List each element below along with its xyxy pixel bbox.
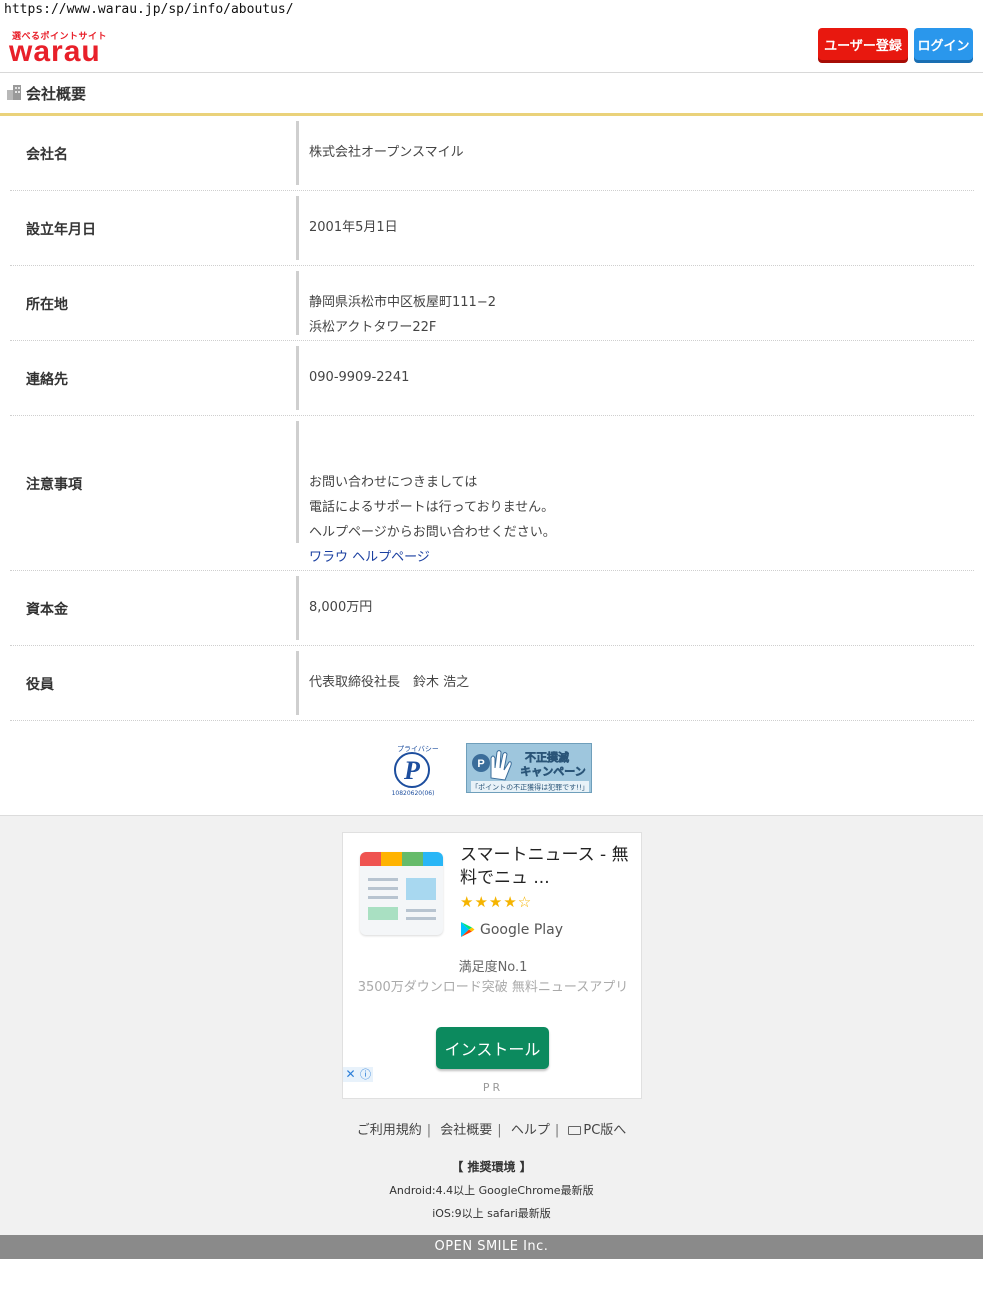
value-line: 8,000万円: [309, 600, 373, 615]
info-value: 株式会社オープンスマイル: [309, 140, 464, 165]
value-line: お問い合わせにつきましては: [309, 475, 478, 490]
separator: |: [554, 1123, 560, 1138]
footer-link-pc[interactable]: PC版へ: [568, 1123, 626, 1138]
ad-card[interactable]: スマートニュース - 無料でニュ ... ★★★★☆ Google Play 満…: [342, 832, 642, 1099]
site-header: 選べるポイントサイト warau ユーザー登録 ログイン: [0, 20, 983, 73]
info-row-notes: 注意事項 お問い合わせにつきましては 電話によるサポートは行っておりません。 ヘ…: [10, 416, 974, 571]
row-divider: [296, 421, 299, 543]
svg-text:P: P: [403, 756, 421, 785]
value-line: 090-9909-2241: [309, 370, 410, 385]
google-play-icon: [461, 922, 475, 937]
footer-link-help[interactable]: ヘルプ: [511, 1123, 550, 1138]
info-label: 所在地: [26, 297, 68, 313]
svg-text:不正撲滅: 不正撲滅: [525, 750, 569, 764]
install-button[interactable]: インストール: [436, 1027, 549, 1069]
info-row-capital: 資本金 8,000万円: [10, 571, 974, 646]
footer-link-terms[interactable]: ご利用規約: [357, 1123, 422, 1138]
footer-link-about[interactable]: 会社概要: [440, 1123, 492, 1138]
info-row-contact: 連絡先 090-9909-2241: [10, 341, 974, 416]
logo-wordmark: warau: [9, 35, 101, 68]
value-line: 代表取締役社長 鈴木 浩之: [309, 675, 470, 690]
row-divider: [296, 196, 299, 260]
value-line: ヘルプページからお問い合わせください。: [309, 525, 556, 540]
info-value: 静岡県浜松市中区板屋町111−2 浜松アクトタワー22F: [309, 290, 496, 340]
ad-subtitle: 満足度No.1: [458, 960, 528, 975]
anti-fraud-campaign-banner[interactable]: P 不正撲滅 キャンペーン 「ポイントの不正獲得は犯罪です!!」: [466, 743, 592, 793]
info-row-founded: 設立年月日 2001年5月1日: [10, 191, 974, 266]
info-value: お問い合わせにつきましては 電話によるサポートは行っておりません。 ヘルプページ…: [309, 470, 556, 570]
svg-text:キャンペーン: キャンペーン: [520, 765, 585, 778]
info-label: 注意事項: [26, 477, 82, 493]
info-label: 連絡先: [26, 372, 68, 388]
user-register-button[interactable]: ユーザー登録: [818, 28, 908, 60]
ad-description: 3500万ダウンロード突破 無料ニュースアプリ: [357, 980, 629, 995]
help-page-link[interactable]: ワラウ ヘルプページ: [309, 550, 430, 565]
url-bar[interactable]: https://www.warau.jp/sp/info/aboutus/: [4, 2, 294, 17]
close-icon[interactable]: ✕: [343, 1067, 358, 1082]
value-line: 電話によるサポートは行っておりません。: [309, 500, 555, 515]
copyright-bar: OPEN SMILE Inc.: [0, 1235, 983, 1259]
footer-nav: ご利用規約 | 会社概要 | ヘルプ | PC版へ: [0, 1119, 983, 1138]
page-title: 会社概要: [26, 85, 87, 103]
info-value: 090-9909-2241: [309, 365, 409, 390]
separator: |: [497, 1123, 502, 1138]
pc-link-label: PC版へ: [583, 1123, 627, 1138]
value-line: 静岡県浜松市中区板屋町111−2: [309, 295, 496, 310]
warau-logo[interactable]: 選べるポイントサイト warau: [9, 29, 119, 68]
recommended-env-ios: iOS:9以上 safari最新版: [432, 1207, 551, 1220]
value-line: 浜松アクトタワー22F: [309, 320, 437, 335]
info-value: 8,000万円: [309, 595, 372, 620]
rating-stars: ★★★★☆: [460, 893, 533, 911]
info-label: 設立年月日: [26, 222, 96, 238]
row-divider: [296, 346, 299, 410]
separator: |: [426, 1123, 432, 1138]
info-value: 代表取締役社長 鈴木 浩之: [309, 670, 469, 695]
info-row-officers: 役員 代表取締役社長 鈴木 浩之: [10, 646, 974, 721]
row-divider: [296, 576, 299, 640]
info-row-address: 所在地 静岡県浜松市中区板屋町111−2 浜松アクトタワー22F: [10, 266, 974, 341]
svg-text:P: P: [477, 758, 484, 770]
building-icon: [7, 85, 21, 100]
recommended-env-title: 【 推奨環境 】: [451, 1160, 532, 1174]
privacy-mark-number: 10820620(06): [392, 790, 435, 797]
trust-badges: プライバシー P 10820620(06) P 不正撲滅 キャンペーン 「ポイン…: [0, 740, 983, 800]
campaign-subtitle: 「ポイントの不正獲得は犯罪です!!」: [471, 783, 589, 792]
value-line: 株式会社オープンスマイル: [309, 145, 464, 160]
google-play-badge: Google Play: [460, 921, 563, 938]
footer: スマートニュース - 無料でニュ ... ★★★★☆ Google Play 満…: [0, 815, 983, 1235]
google-play-label: Google Play: [480, 921, 564, 938]
recommended-env-android: Android:4.4以上 GoogleChrome最新版: [389, 1184, 594, 1197]
info-label: 役員: [26, 677, 54, 693]
info-value: 2001年5月1日: [309, 215, 398, 240]
privacy-mark-icon[interactable]: プライバシー P 10820620(06): [388, 742, 438, 797]
info-label: 会社名: [26, 147, 68, 163]
monitor-icon: [568, 1126, 582, 1135]
login-button[interactable]: ログイン: [914, 28, 973, 60]
hand-icon: P 不正撲滅 キャンペーン 「ポイントの不正獲得は犯罪です!!」: [471, 750, 589, 792]
pr-label: PR: [482, 1081, 504, 1094]
info-label: 資本金: [26, 602, 68, 618]
ad-title[interactable]: スマートニュース - 無料でニュ ...: [460, 844, 635, 890]
row-divider: [296, 271, 299, 335]
value-line: 2001年5月1日: [309, 220, 398, 235]
info-row-company-name: 会社名 株式会社オープンスマイル: [10, 116, 974, 191]
row-divider: [296, 651, 299, 715]
row-divider: [296, 121, 299, 185]
section-header: 会社概要: [0, 74, 983, 116]
info-icon[interactable]: ⓘ: [358, 1067, 373, 1082]
smartnews-app-icon: [360, 852, 443, 935]
privacy-mark-label: プライバシー: [397, 745, 438, 753]
